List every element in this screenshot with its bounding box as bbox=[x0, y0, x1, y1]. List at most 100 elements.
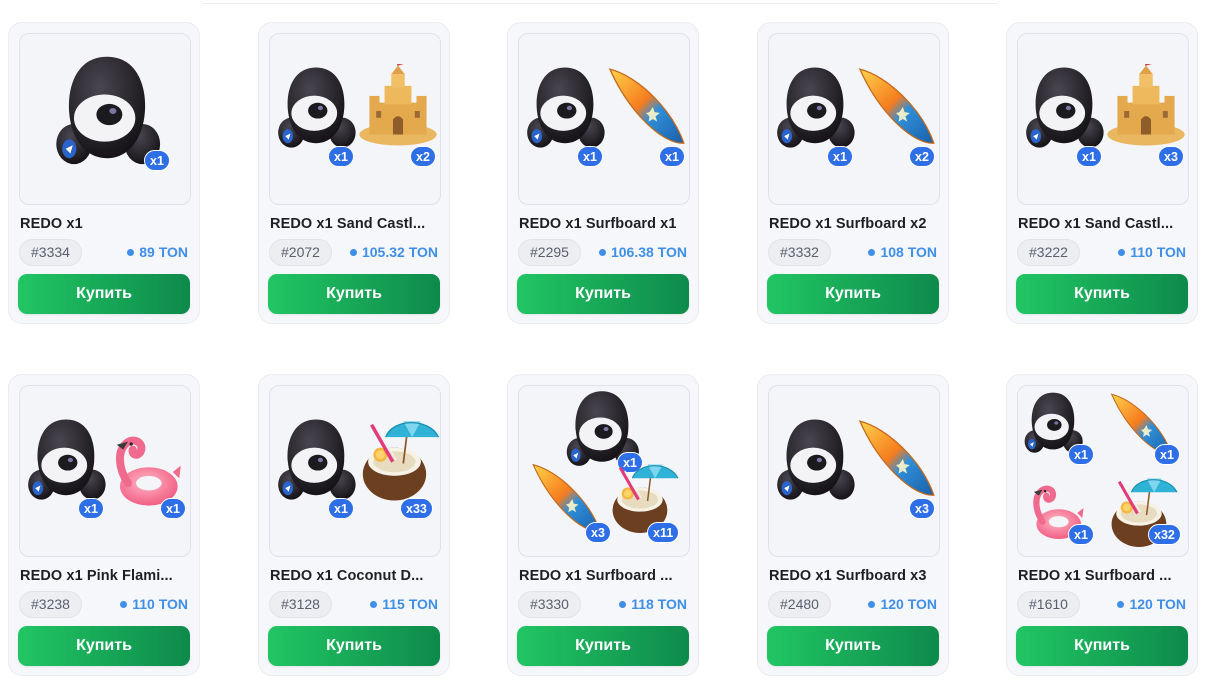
quantity-badge: x2 bbox=[909, 146, 935, 167]
price-value: 89 TON bbox=[139, 244, 188, 260]
bundle-number: #3334 bbox=[19, 239, 82, 266]
ton-dot-icon bbox=[1118, 248, 1126, 256]
quantity-badge: x1 bbox=[1068, 444, 1094, 465]
quantity-badge: x3 bbox=[909, 498, 935, 519]
ton-dot-icon bbox=[349, 248, 357, 256]
quantity-badge: x1 bbox=[1154, 444, 1180, 465]
bundle-card[interactable]: x1 x2 REDO x1 Sand Castl... #2072 105.32 … bbox=[258, 22, 450, 324]
quantity-badge: x1 bbox=[1068, 524, 1094, 545]
bundle-preview[interactable]: x1 x2 bbox=[269, 33, 441, 205]
quantity-badge: x2 bbox=[410, 146, 436, 167]
bundle-preview[interactable]: x1 x1 bbox=[19, 385, 191, 557]
price-value: 108 TON bbox=[880, 244, 937, 260]
quantity-badge: x1 bbox=[827, 146, 853, 167]
quantity-badge: x32 bbox=[1148, 524, 1181, 545]
price-value: 115 TON bbox=[382, 596, 438, 612]
ton-dot-icon bbox=[868, 248, 876, 256]
ton-dot-icon bbox=[598, 248, 606, 256]
bundle-number: #3128 bbox=[269, 591, 332, 618]
bundle-name: REDO x1 Surfboard x3 bbox=[769, 568, 927, 584]
ton-dot-icon bbox=[370, 600, 378, 608]
ton-dot-icon bbox=[127, 248, 135, 256]
quantity-badge: x11 bbox=[647, 522, 680, 543]
redo-icon bbox=[272, 64, 360, 152]
bundle-number: #3332 bbox=[768, 239, 831, 266]
bundle-price: 106.38 TON bbox=[598, 244, 687, 260]
surfboard-icon bbox=[853, 416, 939, 502]
buy-button[interactable]: Купить bbox=[18, 626, 190, 666]
quantity-badge: x33 bbox=[400, 498, 433, 519]
bundle-preview[interactable]: x1x3 bbox=[1017, 33, 1189, 205]
price-value: 106.38 TON bbox=[610, 244, 687, 260]
surfboard-icon bbox=[603, 64, 689, 150]
bundle-preview[interactable]: x1 x2 bbox=[768, 33, 940, 205]
bundle-card[interactable]: x1 x33 REDO x1 Coconut D... #3128 115 TON… bbox=[258, 374, 450, 676]
bundle-name: REDO x1 bbox=[20, 216, 83, 232]
bundle-card[interactable]: x1 x1 REDO x1 Surfboard x1 #2295 106.38 T… bbox=[507, 22, 699, 324]
quantity-badge: x1 bbox=[328, 498, 354, 519]
bundle-card[interactable]: x1 REDO x1 #3334 89 TON Купить bbox=[8, 22, 200, 324]
quantity-badge: x1 bbox=[160, 498, 186, 519]
bundle-preview[interactable]: x1 x33 bbox=[269, 385, 441, 557]
surfboard-icon bbox=[853, 64, 939, 150]
coconut-drink-icon bbox=[354, 416, 440, 504]
bundle-number: #2295 bbox=[518, 239, 581, 266]
price-value: 120 TON bbox=[1129, 596, 1186, 612]
redo-icon bbox=[22, 416, 110, 504]
bundle-card[interactable]: x1 x3 x11 REDO x1 Surfboard ... #3330 118 … bbox=[507, 374, 699, 676]
bundle-price: 110 TON bbox=[120, 596, 188, 612]
quantity-badge: x1 bbox=[1076, 146, 1102, 167]
bundle-price: 120 TON bbox=[868, 596, 937, 612]
bundle-name: REDO x1 Surfboard ... bbox=[519, 568, 673, 584]
bundle-preview[interactable]: x1 bbox=[19, 33, 191, 205]
quantity-badge: x1 bbox=[577, 146, 603, 167]
bundle-name: REDO x1 Sand Castl... bbox=[1018, 216, 1174, 232]
bundle-preview[interactable]: x1x3 bbox=[768, 385, 940, 557]
ton-dot-icon bbox=[1117, 600, 1125, 608]
bundle-preview[interactable]: x1 x1 bbox=[518, 33, 690, 205]
bundle-price: 89 TON bbox=[127, 244, 188, 260]
sand-castle-icon bbox=[1104, 64, 1188, 148]
buy-button[interactable]: Купить bbox=[767, 626, 939, 666]
buy-button[interactable]: Купить bbox=[268, 274, 440, 314]
bundle-price: 108 TON bbox=[868, 244, 937, 260]
bundle-price: 115 TON bbox=[370, 596, 438, 612]
quantity-badge: x1 bbox=[659, 146, 685, 167]
buy-button[interactable]: Купить bbox=[517, 626, 689, 666]
quantity-badge: x1 bbox=[78, 498, 104, 519]
bundle-preview[interactable]: x1 x3 x11 bbox=[518, 385, 690, 557]
bundle-preview[interactable]: x1 x1 x1 x32 bbox=[1017, 385, 1189, 557]
ton-dot-icon bbox=[619, 600, 627, 608]
bundle-card[interactable]: x1x3 REDO x1 Surfboard x3 #2480 120 TON … bbox=[757, 374, 949, 676]
bundle-number: #3330 bbox=[518, 591, 581, 618]
quantity-badge: x1 bbox=[328, 146, 354, 167]
bundle-card[interactable]: x1 x3 REDO x1 Sand Castl... #3222 110 TON… bbox=[1006, 22, 1198, 324]
sand-castle-icon bbox=[356, 64, 440, 148]
bundle-card[interactable]: x1 x2 REDO x1 Surfboard x2 #3332 108 TON … bbox=[757, 22, 949, 324]
price-value: 110 TON bbox=[1130, 244, 1186, 260]
price-value: 105.32 TON bbox=[361, 244, 438, 260]
bundle-name: REDO x1 Surfboard x1 bbox=[519, 216, 677, 232]
bundle-card[interactable]: x1 x1 x1 x32 REDO x1 Surfboard ... #1610 12… bbox=[1006, 374, 1198, 676]
price-value: 110 TON bbox=[132, 596, 188, 612]
buy-button[interactable]: Купить bbox=[517, 274, 689, 314]
ton-dot-icon bbox=[868, 600, 876, 608]
buy-button[interactable]: Купить bbox=[1016, 626, 1188, 666]
buy-button[interactable]: Купить bbox=[268, 626, 440, 666]
bundle-price: 120 TON bbox=[1117, 596, 1186, 612]
price-value: 118 TON bbox=[631, 596, 687, 612]
bundle-name: REDO x1 Surfboard x2 bbox=[769, 216, 927, 232]
redo-icon bbox=[1020, 64, 1108, 152]
bundle-card[interactable]: x1 x1 REDO x1 Pink Flami... #3238 110 TON… bbox=[8, 374, 200, 676]
ton-dot-icon bbox=[120, 600, 128, 608]
bundle-number: #3238 bbox=[19, 591, 82, 618]
bundle-price: 110 TON bbox=[1118, 244, 1186, 260]
bundle-number: #2480 bbox=[768, 591, 831, 618]
buy-button[interactable]: Купить bbox=[1016, 274, 1188, 314]
buy-button[interactable]: Купить bbox=[18, 274, 190, 314]
redo-icon bbox=[771, 64, 859, 152]
quantity-badge: x1 bbox=[144, 150, 170, 171]
redo-icon bbox=[771, 416, 859, 504]
bundle-number: #2072 bbox=[269, 239, 332, 266]
buy-button[interactable]: Купить bbox=[767, 274, 939, 314]
